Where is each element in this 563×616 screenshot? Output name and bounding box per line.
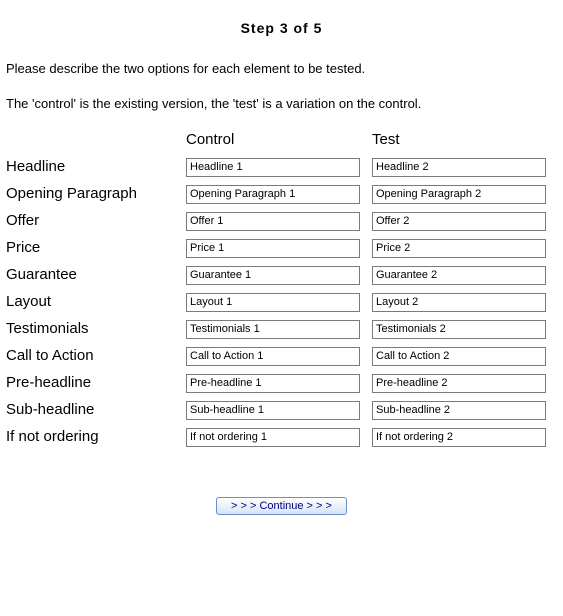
continue-button[interactable]: > > > Continue > > > bbox=[216, 497, 347, 515]
row-label-opening-paragraph: Opening Paragraph bbox=[6, 185, 186, 203]
testimonials-control-input[interactable] bbox=[186, 320, 360, 339]
row-label-offer: Offer bbox=[6, 212, 186, 230]
call-to-action-control-input[interactable] bbox=[186, 347, 360, 366]
sub-headline-control-input[interactable] bbox=[186, 401, 360, 420]
row-label-guarantee: Guarantee bbox=[6, 266, 186, 284]
opening-paragraph-control-input[interactable] bbox=[186, 185, 360, 204]
pre-headline-test-input[interactable] bbox=[372, 374, 546, 393]
row-label-testimonials: Testimonials bbox=[6, 320, 186, 338]
row-label-pre-headline: Pre-headline bbox=[6, 374, 186, 392]
step-title: Step 3 of 5 bbox=[6, 20, 557, 36]
column-header-test: Test bbox=[372, 131, 558, 150]
intro-line-1: Please describe the two options for each… bbox=[6, 61, 557, 78]
guarantee-control-input[interactable] bbox=[186, 266, 360, 285]
if-not-ordering-test-input[interactable] bbox=[372, 428, 546, 447]
row-label-if-not-ordering: If not ordering bbox=[6, 428, 186, 446]
offer-control-input[interactable] bbox=[186, 212, 360, 231]
row-label-headline: Headline bbox=[6, 158, 186, 176]
testimonials-test-input[interactable] bbox=[372, 320, 546, 339]
layout-test-input[interactable] bbox=[372, 293, 546, 312]
opening-paragraph-test-input[interactable] bbox=[372, 185, 546, 204]
row-label-call-to-action: Call to Action bbox=[6, 347, 186, 365]
if-not-ordering-control-input[interactable] bbox=[186, 428, 360, 447]
headline-test-input[interactable] bbox=[372, 158, 546, 177]
row-label-price: Price bbox=[6, 239, 186, 257]
headline-control-input[interactable] bbox=[186, 158, 360, 177]
intro-line-2: The 'control' is the existing version, t… bbox=[6, 96, 557, 113]
guarantee-test-input[interactable] bbox=[372, 266, 546, 285]
price-test-input[interactable] bbox=[372, 239, 546, 258]
call-to-action-test-input[interactable] bbox=[372, 347, 546, 366]
row-label-layout: Layout bbox=[6, 293, 186, 311]
row-label-sub-headline: Sub-headline bbox=[6, 401, 186, 419]
price-control-input[interactable] bbox=[186, 239, 360, 258]
column-header-control: Control bbox=[186, 131, 372, 150]
offer-test-input[interactable] bbox=[372, 212, 546, 231]
pre-headline-control-input[interactable] bbox=[186, 374, 360, 393]
sub-headline-test-input[interactable] bbox=[372, 401, 546, 420]
layout-control-input[interactable] bbox=[186, 293, 360, 312]
options-grid: Control Test Headline Opening Paragraph … bbox=[6, 131, 557, 447]
